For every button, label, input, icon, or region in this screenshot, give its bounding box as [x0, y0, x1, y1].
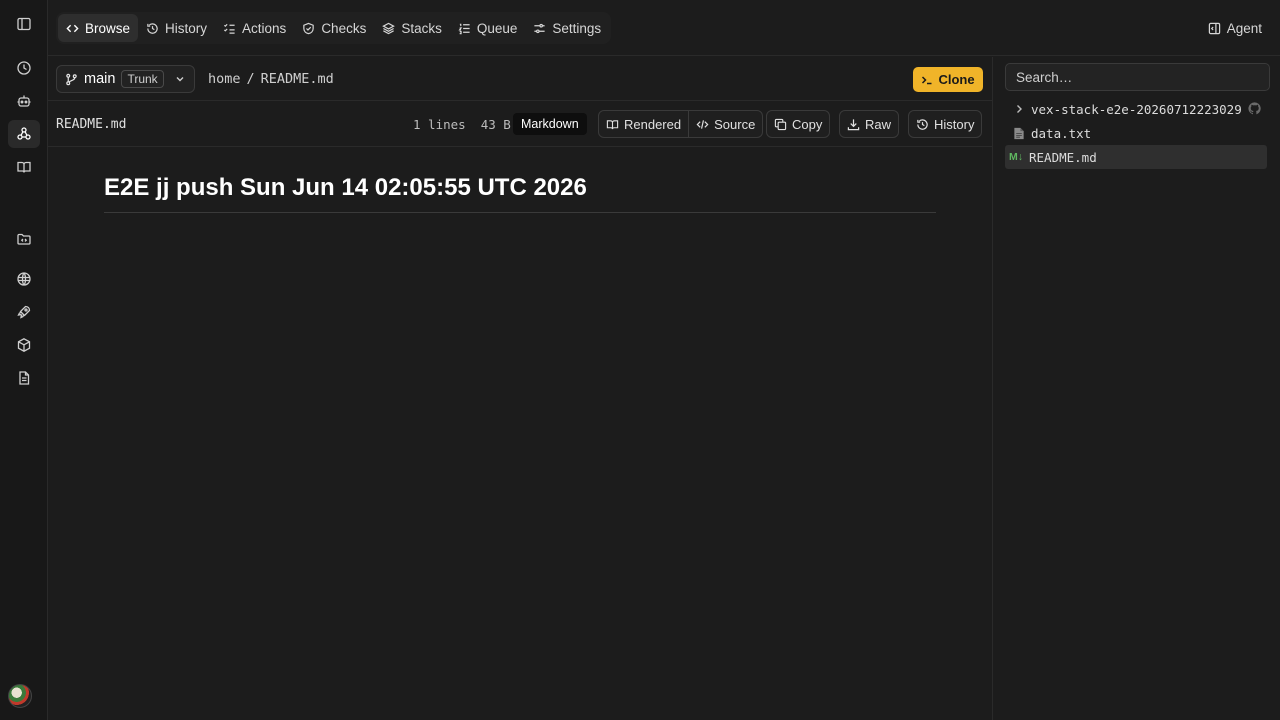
trunk-badge: Trunk: [121, 70, 164, 88]
branch-selector[interactable]: main Trunk: [56, 65, 195, 93]
tree-item-readme[interactable]: M↓ README.md: [1005, 145, 1267, 169]
agent-label: Agent: [1226, 20, 1262, 36]
tree-item-file[interactable]: data.txt: [1005, 121, 1267, 145]
tree-item-label: README.md: [1029, 149, 1097, 165]
source-label: Source: [714, 116, 756, 132]
tab-settings[interactable]: Settings: [525, 14, 609, 42]
tab-stacks[interactable]: Stacks: [374, 14, 450, 42]
tab-label: Queue: [476, 20, 518, 36]
agent-button[interactable]: Agent: [1202, 14, 1268, 42]
list-ordered-icon: [458, 23, 470, 34]
tab-label: Actions: [242, 20, 287, 36]
tab-label: Browse: [85, 20, 131, 36]
graph-icon[interactable]: [8, 120, 40, 148]
document-icon[interactable]: [8, 364, 40, 392]
copy-icon: [774, 118, 787, 130]
history-button-wrap: History: [908, 110, 983, 138]
main-panel: main Trunk home / README.md Clone README…: [48, 57, 992, 720]
rocket-icon[interactable]: [8, 298, 40, 326]
git-branch-icon: [66, 73, 77, 85]
left-rail: [0, 0, 48, 720]
breadcrumb-separator: /: [246, 71, 255, 87]
file-meta: 1 lines 43 B: [413, 117, 511, 132]
terminal-icon: [922, 75, 932, 84]
rendered-button[interactable]: Rendered: [599, 111, 688, 137]
file-tree-panel: vex-stack-e2e-20260712223029 data.txt M↓…: [992, 57, 1280, 720]
breadcrumb-root[interactable]: home: [208, 71, 241, 87]
history-icon: [147, 22, 158, 34]
file-history-label: History: [934, 116, 975, 132]
book-open-icon: [606, 119, 619, 129]
top-navigation: Browse History Actions Checks Stacks Que…: [48, 0, 1280, 56]
raw-button[interactable]: Raw: [840, 111, 898, 137]
rendered-label: Rendered: [624, 116, 682, 132]
file-toolbar: README.md 1 lines 43 B Markdown Rendered…: [48, 102, 992, 147]
search-input[interactable]: [1005, 63, 1270, 91]
avatar[interactable]: [8, 684, 32, 708]
chevron-right-icon: [1017, 105, 1022, 113]
tab-bar: Browse History Actions Checks Stacks Que…: [56, 12, 612, 44]
file-name: README.md: [56, 117, 127, 132]
breadcrumb: home / README.md: [208, 71, 334, 87]
tree-item-label: vex-stack-e2e-20260712223029: [1031, 101, 1242, 117]
tree-item-folder[interactable]: vex-stack-e2e-20260712223029: [1005, 97, 1267, 121]
globe-icon[interactable]: [8, 265, 40, 293]
file-text-icon: [1014, 127, 1024, 139]
tab-label: Settings: [552, 20, 602, 36]
copy-button-wrap: Copy: [766, 110, 831, 138]
sidebar-toggle-icon[interactable]: [8, 10, 40, 38]
tab-actions[interactable]: Actions: [215, 14, 294, 42]
layers-icon: [382, 22, 396, 34]
folder-code-icon[interactable]: [8, 225, 40, 253]
rendered-content: E2E jj push Sun Jun 14 02:05:55 UTC 2026: [104, 174, 936, 213]
copy-label: Copy: [792, 116, 823, 132]
panel-right-icon: [1208, 22, 1220, 34]
source-button[interactable]: Source: [688, 111, 762, 137]
package-icon[interactable]: [8, 331, 40, 359]
history-icon: [917, 118, 928, 130]
book-icon[interactable]: [8, 153, 40, 181]
breadcrumb-current: README.md: [260, 71, 334, 87]
clock-icon[interactable]: [8, 54, 40, 82]
tree-item-label: data.txt: [1031, 125, 1092, 141]
robot-icon[interactable]: [8, 87, 40, 115]
branch-name: main: [84, 71, 116, 87]
github-icon: [1248, 102, 1261, 115]
tab-label: Checks: [321, 20, 367, 36]
tab-history[interactable]: History: [138, 14, 215, 42]
shield-check-icon: [303, 22, 315, 34]
code-icon: [66, 24, 79, 32]
file-history-button[interactable]: History: [909, 111, 981, 137]
tab-label: Stacks: [401, 20, 442, 36]
raw-label: Raw: [865, 116, 892, 132]
document-heading: E2E jj push Sun Jun 14 02:05:55 UTC 2026: [104, 174, 936, 213]
language-badge: Markdown: [513, 113, 587, 135]
code-xml-icon: [696, 119, 709, 129]
path-bar: main Trunk home / README.md Clone: [48, 57, 992, 101]
sliders-icon: [534, 23, 545, 33]
tab-label: History: [165, 20, 208, 36]
tab-browse[interactable]: Browse: [58, 14, 139, 42]
clone-button[interactable]: Clone: [913, 67, 983, 92]
tab-checks[interactable]: Checks: [294, 14, 374, 42]
chevron-down-icon: [176, 77, 184, 82]
download-icon: [847, 118, 860, 130]
copy-button[interactable]: Copy: [767, 111, 829, 137]
clone-label: Clone: [938, 72, 975, 87]
list-checks-icon: [223, 23, 235, 34]
view-toggle: Rendered Source: [598, 110, 764, 138]
raw-button-wrap: Raw: [839, 110, 900, 138]
tab-queue[interactable]: Queue: [450, 14, 526, 42]
markdown-icon: M↓: [1009, 151, 1023, 163]
